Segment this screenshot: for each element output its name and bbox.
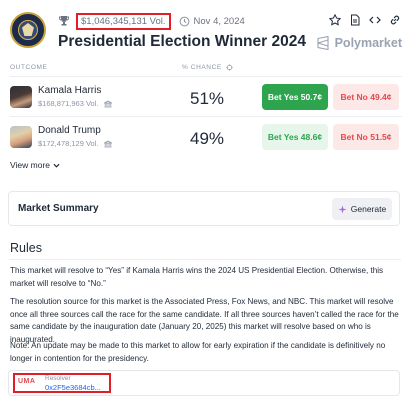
bank-icon <box>104 140 113 147</box>
outcome-chance: 51% <box>190 89 225 108</box>
bet-yes-button[interactable]: Bet Yes 50.7¢ <box>262 84 328 110</box>
market-header: $1,046,345,131 Vol. Nov 4, 2024 Presiden… <box>10 10 402 54</box>
code-icon[interactable] <box>368 13 382 27</box>
outcome-row-donald-trump[interactable]: Donald Trump $172,478,129 Vol. 49% Bet Y… <box>10 116 402 158</box>
bet-no-button[interactable]: Bet No 51.5¢ <box>333 124 399 150</box>
outcome-volume: $172,478,129 Vol. <box>38 139 113 148</box>
brand-name: Polymarket <box>334 36 402 50</box>
polymarket-logo-icon <box>317 36 329 50</box>
rules-heading: Rules <box>10 241 42 255</box>
uma-logo: UMA <box>18 378 36 385</box>
view-more-button[interactable]: View more <box>10 160 60 170</box>
avatar <box>10 126 32 148</box>
rules-paragraph: This market will resolve to “Yes” if Kam… <box>10 266 384 288</box>
polymarket-brand[interactable]: Polymarket <box>316 36 402 50</box>
outcome-name: Donald Trump <box>38 125 101 136</box>
market-summary-panel: Market Summary Generate <box>8 191 400 226</box>
bank-icon <box>104 100 113 107</box>
refresh-icon[interactable] <box>226 64 233 71</box>
end-date: Nov 4, 2024 <box>193 15 245 27</box>
outcome-chance: 49% <box>190 129 225 148</box>
generate-button[interactable]: Generate <box>332 198 392 220</box>
market-meta: $1,046,345,131 Vol. Nov 4, 2024 <box>58 12 245 30</box>
market-title: Presidential Election Winner 2024 <box>58 33 306 50</box>
resolver-link[interactable]: UMA Resolver 0x2F5e3684cb... <box>13 373 111 393</box>
file-icon[interactable] <box>348 13 362 27</box>
bet-no-button[interactable]: Bet No 49.4¢ <box>333 84 399 110</box>
outcome-column-header: OUTCOME <box>10 64 48 71</box>
chance-column-header: % CHANCE <box>182 64 233 71</box>
resolver-panel: UMA Resolver 0x2F5e3684cb... <box>8 370 400 396</box>
bet-yes-button[interactable]: Bet Yes 48.6¢ <box>262 124 328 150</box>
market-summary-title: Market Summary <box>18 203 99 214</box>
rules-divider <box>9 259 401 260</box>
outcome-row-kamala-harris[interactable]: Kamala Harris $168,871,963 Vol. 51% Bet … <box>10 76 402 118</box>
resolver-label: Resolver <box>45 375 71 382</box>
outcome-volume: $168,871,963 Vol. <box>38 99 113 108</box>
outcome-name: Kamala Harris <box>38 85 102 96</box>
star-icon[interactable] <box>328 13 342 27</box>
presidential-seal-image <box>10 12 46 48</box>
clock-icon <box>179 16 189 26</box>
total-volume: $1,046,345,131 Vol. <box>76 12 171 30</box>
resolver-address[interactable]: 0x2F5e3684cb... <box>45 383 101 392</box>
rules-paragraph: Note: An update may be made to this mark… <box>10 341 386 363</box>
trophy-icon <box>58 15 70 27</box>
sparkle-icon <box>338 204 347 214</box>
rules-paragraph: The resolution source for this market is… <box>10 297 399 344</box>
link-icon[interactable] <box>388 13 402 27</box>
avatar <box>10 86 32 108</box>
header-toolbar <box>328 13 402 27</box>
chevron-down-icon <box>53 163 60 168</box>
